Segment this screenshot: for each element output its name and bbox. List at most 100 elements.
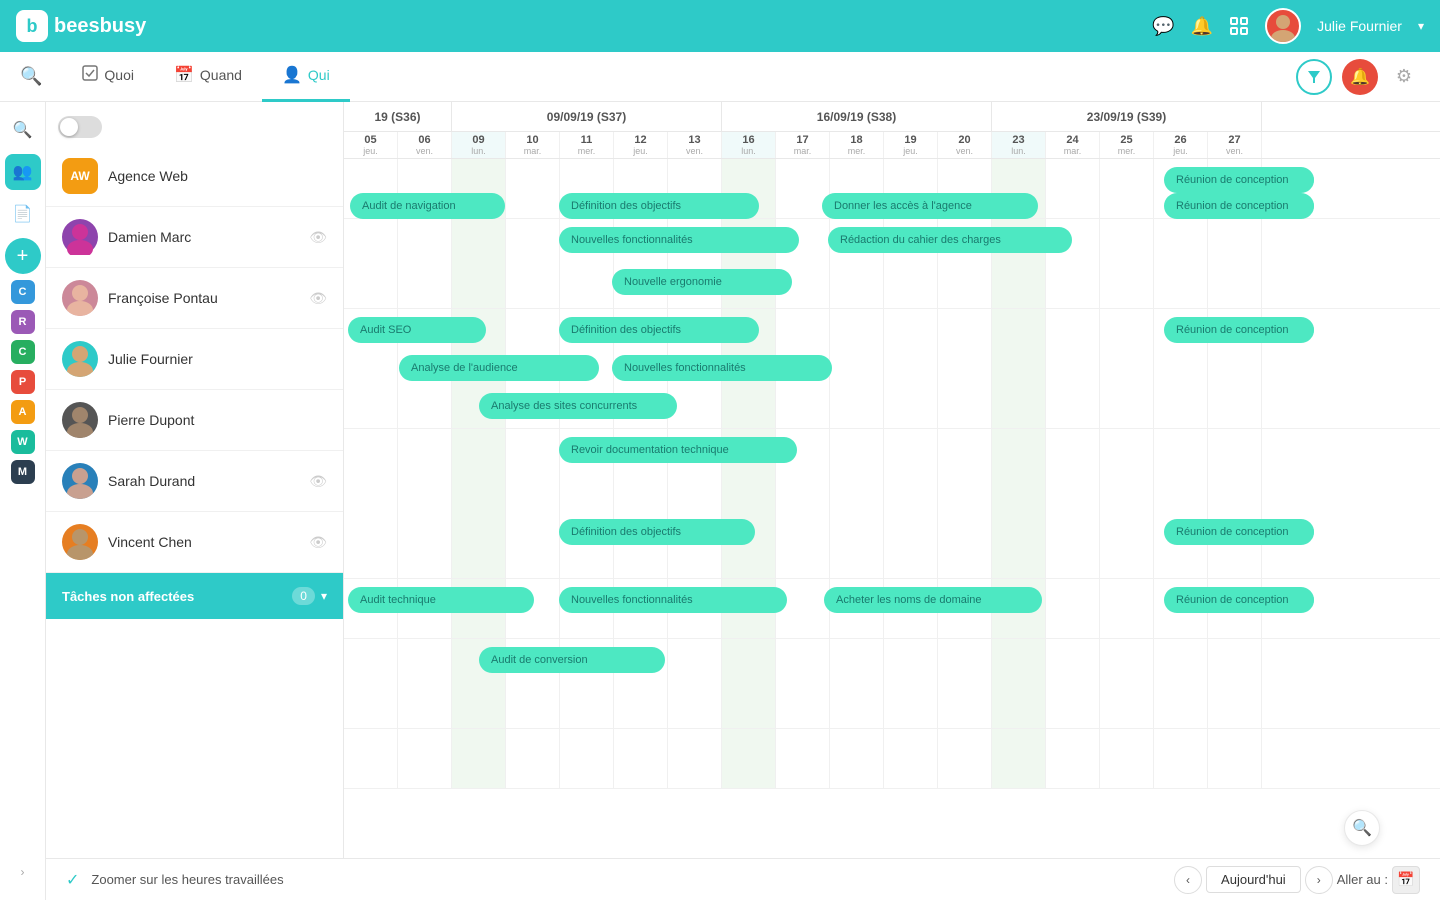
unassigned-row[interactable]: Tâches non affectées 0 ▾ — [46, 573, 343, 619]
visibility-icon-sarah[interactable]: 👁 — [309, 473, 327, 490]
task-analyse-sites-francoise[interactable]: Analyse des sites concurrents — [479, 393, 677, 419]
visibility-icon-damien[interactable]: 👁 — [309, 229, 327, 246]
week-s38: 16/09/19 (S38) — [722, 102, 992, 132]
visibility-icon-francoise[interactable]: 👁 — [309, 290, 327, 307]
person-name-vincent: Vincent Chen — [108, 534, 192, 550]
footer-prev-button[interactable]: ‹ — [1174, 866, 1202, 894]
gantt-row-pierre: Audit technique Nouvelles fonctionnalité… — [344, 579, 1440, 639]
task-revoir-doc-julie[interactable]: Revoir documentation technique — [559, 437, 797, 463]
sidebar-project-a1[interactable]: A — [11, 400, 35, 424]
gantt-row-damien: Nouvelles fonctionnalités Rédaction du c… — [344, 219, 1440, 309]
sidebar-project-c1[interactable]: C — [11, 280, 35, 304]
task-audit-technique-pierre[interactable]: Audit technique — [348, 587, 534, 613]
app-logo[interactable]: b beesbusy — [16, 10, 146, 42]
day-24: 24mar. — [1046, 132, 1100, 158]
expand-icon: ▾ — [321, 589, 327, 603]
sidebar-project-r1[interactable]: R — [11, 310, 35, 334]
sidebar-project-w1[interactable]: W — [11, 430, 35, 454]
sidebar-project-p1[interactable]: P — [11, 370, 35, 394]
sidebar-people-icon[interactable]: 👥 — [5, 154, 41, 190]
tab-quoi[interactable]: Quoi — [62, 52, 154, 102]
people-list-header — [46, 102, 343, 146]
task-reunion-conception-francoise[interactable]: Réunion de conception — [1164, 317, 1314, 343]
sidebar-document-icon[interactable]: 📄 — [5, 196, 41, 232]
day-05: 05jeu. — [344, 132, 398, 158]
person-row-pierre[interactable]: Pierre Dupont — [46, 390, 343, 451]
person-row-francoise[interactable]: Françoise Pontau 👁 — [46, 268, 343, 329]
task-redaction-cahier-damien[interactable]: Rédaction du cahier des charges — [828, 227, 1072, 253]
task-nouvelles-fonctionnalites-damien[interactable]: Nouvelles fonctionnalités — [559, 227, 799, 253]
day-17: 17mar. — [776, 132, 830, 158]
task-donner-acces-agence[interactable]: Donner les accès à l'agence — [822, 193, 1038, 219]
day-12: 12jeu. — [614, 132, 668, 158]
settings-button[interactable]: ⚙ — [1388, 61, 1420, 93]
unassigned-count: 0 — [292, 587, 315, 605]
day-16: 16lun. — [722, 132, 776, 158]
task-reunion-conception-agence-1[interactable]: Réunion de conception — [1164, 167, 1314, 193]
task-acheter-noms-pierre[interactable]: Acheter les noms de domaine — [824, 587, 1042, 613]
task-definition-objectifs-agence[interactable]: Définition des objectifs — [559, 193, 759, 219]
person-row-julie[interactable]: Julie Fournier — [46, 329, 343, 390]
day-26: 26jeu. — [1154, 132, 1208, 158]
scroll-magnifier-button[interactable]: 🔍 — [1344, 810, 1380, 846]
filter-button[interactable] — [1296, 59, 1332, 95]
person-avatar-damien — [62, 219, 98, 255]
task-analyse-audience-francoise[interactable]: Analyse de l'audience — [399, 355, 599, 381]
alert-button[interactable]: 🔔 — [1342, 59, 1378, 95]
task-reunion-conception-julie[interactable]: Réunion de conception — [1164, 519, 1314, 545]
toggle-switch[interactable] — [58, 116, 102, 138]
visibility-icon-vincent[interactable]: 👁 — [309, 534, 327, 551]
user-avatar[interactable] — [1265, 8, 1301, 44]
person-row-damien[interactable]: Damien Marc 👁 — [46, 207, 343, 268]
task-nouvelle-ergonomie-damien[interactable]: Nouvelle ergonomie — [612, 269, 792, 295]
gantt-row-agence: Réunion de conception Audit de navigatio… — [344, 159, 1440, 219]
task-definition-objectifs-julie[interactable]: Définition des objectifs — [559, 519, 755, 545]
footer-next-button[interactable]: › — [1305, 866, 1333, 894]
people-list: AW Agence Web Damien Marc 👁 Françoise Po… — [46, 102, 344, 900]
task-reunion-conception-pierre[interactable]: Réunion de conception — [1164, 587, 1314, 613]
tab-quoi-label: Quoi — [104, 67, 134, 83]
person-row-vincent[interactable]: Vincent Chen 👁 — [46, 512, 343, 573]
footer-calendar-button[interactable]: 📅 — [1392, 866, 1420, 894]
tab-qui-label: Qui — [308, 67, 330, 83]
gantt-container[interactable]: 19 (S36) 09/09/19 (S37) 16/09/19 (S38) 2… — [344, 102, 1440, 900]
task-audit-conversion-sarah[interactable]: Audit de conversion — [479, 647, 665, 673]
notifications-button[interactable]: 🔔 — [1191, 16, 1213, 37]
gantt-row-vincent — [344, 729, 1440, 789]
footer-nav: ‹ Aujourd'hui › Aller au : 📅 — [1174, 866, 1420, 894]
task-nouvelles-fonctionnalites-pierre[interactable]: Nouvelles fonctionnalités — [559, 587, 787, 613]
chat-button[interactable]: 💬 — [1152, 16, 1174, 37]
task-reunion-conception-agence-2[interactable]: Réunion de conception — [1164, 193, 1314, 219]
task-nouvelles-fonctionnalites-francoise[interactable]: Nouvelles fonctionnalités — [612, 355, 832, 381]
person-avatar-francoise — [62, 280, 98, 316]
day-09: 09lun. — [452, 132, 506, 158]
task-audit-navigation-agence[interactable]: Audit de navigation — [350, 193, 505, 219]
sidebar-collapse-button[interactable]: › — [5, 854, 41, 890]
tabs-right-actions: 🔔 ⚙ — [1296, 59, 1420, 95]
tab-qui[interactable]: 👤 Qui — [262, 52, 350, 102]
unassigned-label: Tâches non affectées — [62, 589, 194, 604]
person-row-sarah[interactable]: Sarah Durand 👁 — [46, 451, 343, 512]
gantt-header: 19 (S36) 09/09/19 (S37) 16/09/19 (S38) 2… — [344, 102, 1440, 159]
week-s39: 23/09/19 (S39) — [992, 102, 1262, 132]
user-dropdown-arrow[interactable]: ▾ — [1418, 19, 1424, 33]
sidebar-search-icon[interactable]: 🔍 — [5, 112, 41, 148]
sidebar-project-c2[interactable]: C — [11, 340, 35, 364]
gantt-row-content-pierre: Audit technique Nouvelles fonctionnalité… — [344, 579, 1262, 639]
user-name-label[interactable]: Julie Fournier — [1317, 18, 1402, 34]
sidebar-add-button[interactable]: + — [5, 238, 41, 274]
task-audit-seo-francoise[interactable]: Audit SEO — [348, 317, 486, 343]
app-name: beesbusy — [54, 15, 146, 38]
sidebar-project-m1[interactable]: M — [11, 460, 35, 484]
week-s36: 19 (S36) — [344, 102, 452, 132]
person-name-francoise: Françoise Pontau — [108, 290, 218, 306]
gantt-row-content-sarah: Audit de conversion — [344, 639, 1262, 729]
task-definition-objectifs-francoise[interactable]: Définition des objectifs — [559, 317, 759, 343]
global-search-icon[interactable]: 🔍 — [20, 66, 42, 87]
expand-button[interactable] — [1229, 16, 1249, 36]
person-row-agence[interactable]: AW Agence Web — [46, 146, 343, 207]
tab-quand[interactable]: 📅 Quand — [154, 52, 262, 102]
main-area: AW Agence Web Damien Marc 👁 Françoise Po… — [46, 102, 1440, 900]
footer-zoom-label: Zoomer sur les heures travaillées — [91, 872, 283, 887]
footer-today-button[interactable]: Aujourd'hui — [1206, 866, 1301, 893]
